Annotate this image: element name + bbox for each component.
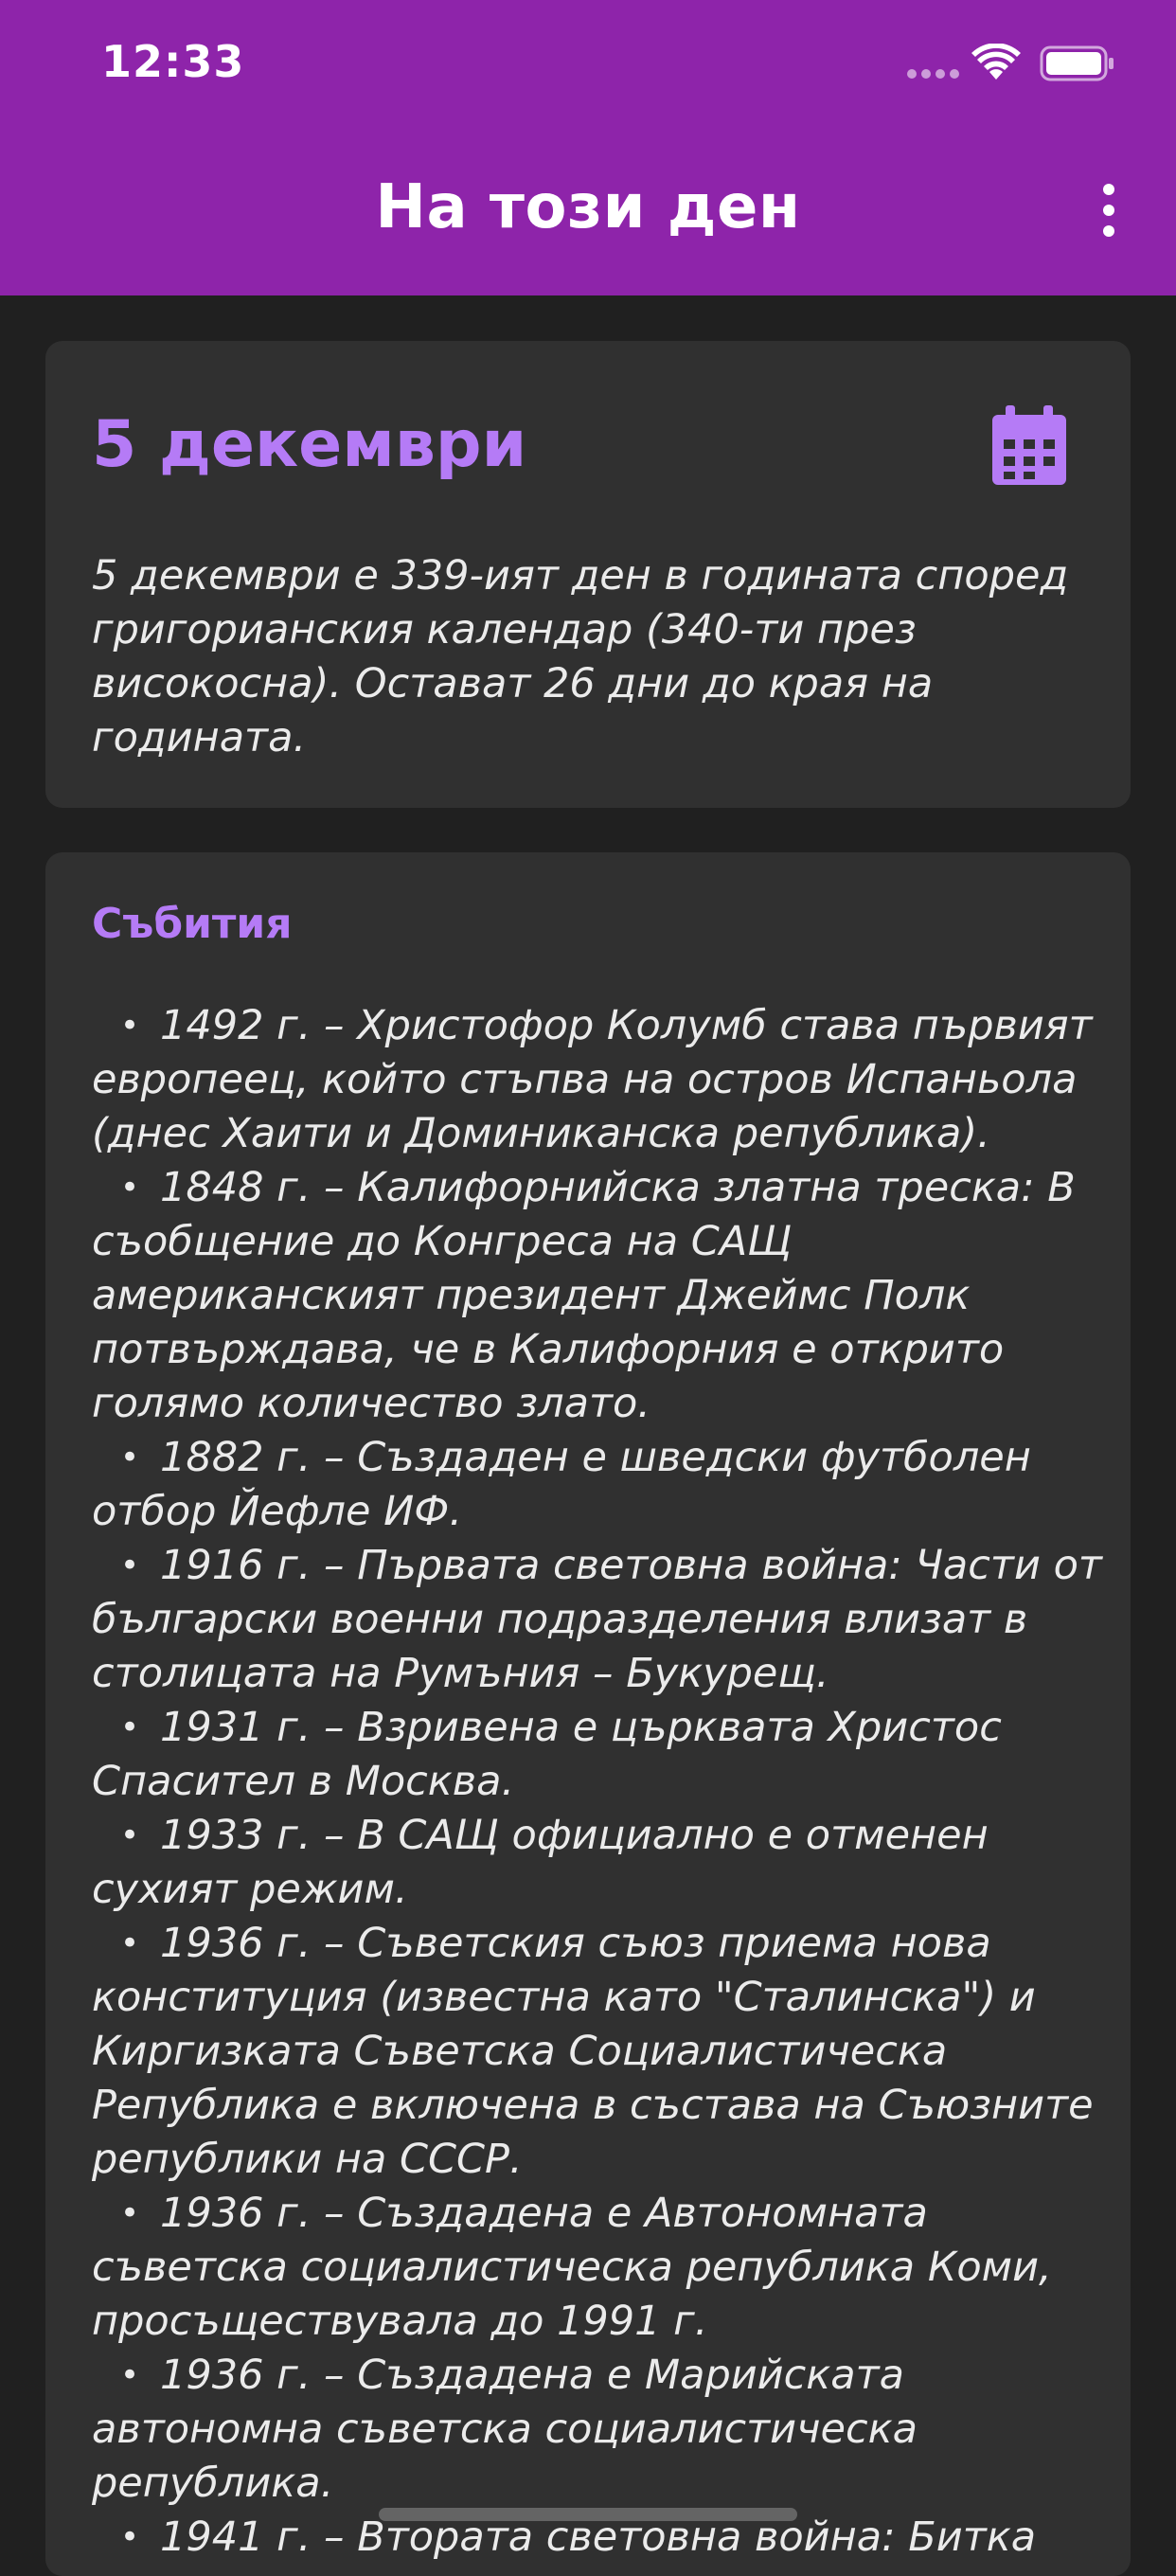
status-time: 12:33 <box>101 36 245 87</box>
event-item: 1936 г. – Създадена е Марийската автоном… <box>92 2349 1114 2511</box>
event-item: 1916 г. – Първата световна война: Части … <box>92 1539 1114 1701</box>
battery-icon <box>1040 45 1114 81</box>
event-item: 1931 г. – Взривена е църквата Христос Сп… <box>92 1701 1114 1809</box>
more-vertical-icon[interactable] <box>1095 180 1123 241</box>
date-card: 5 декември 5 декември е 339-ият ден в го… <box>45 341 1131 808</box>
event-item: 1933 г. – В САЩ официално е отменен сухи… <box>92 1809 1114 1917</box>
wifi-icon <box>971 44 1021 80</box>
home-indicator[interactable] <box>379 2508 797 2521</box>
calendar-icon[interactable] <box>992 405 1066 485</box>
app-bar: 12:33 На този ден <box>0 0 1176 295</box>
event-item: 1492 г. – Христофор Колумб става първият… <box>92 999 1114 1161</box>
cellular-signal-icon <box>907 69 960 80</box>
events-list: 1492 г. – Христофор Колумб става първият… <box>92 999 1114 2565</box>
date-description: 5 декември е 339-ият ден в годината спор… <box>92 552 1069 761</box>
event-item: 1936 г. – Съветския съюз приема нова кон… <box>92 1917 1114 2187</box>
events-heading: Събития <box>92 900 293 948</box>
event-item: 1936 г. – Създадена е Автономната съветс… <box>92 2187 1114 2349</box>
page-title: На този ден <box>375 172 801 242</box>
event-item: 1848 г. – Калифорнийска златна треска: В… <box>92 1161 1114 1431</box>
event-item: 1882 г. – Създаден е шведски футболен от… <box>92 1431 1114 1539</box>
date-title: 5 декември <box>92 407 527 482</box>
events-card: Събития 1492 г. – Христофор Колумб става… <box>45 852 1131 2576</box>
